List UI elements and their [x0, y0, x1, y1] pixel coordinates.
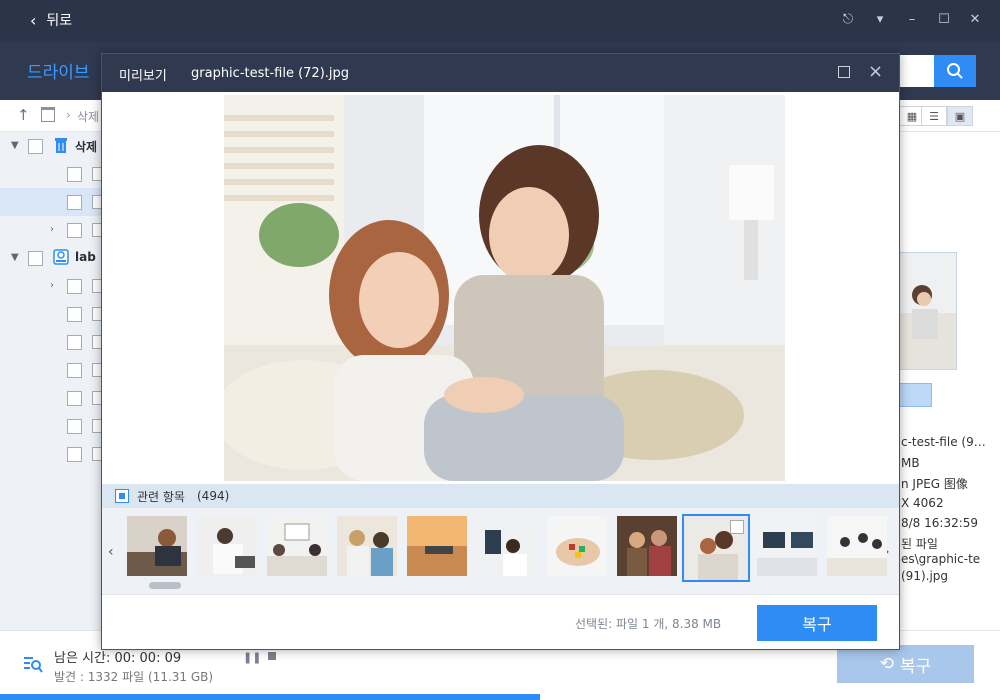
list-view-icon[interactable]: ☰ [921, 106, 947, 126]
checkbox[interactable] [67, 447, 82, 462]
thumbnail[interactable] [546, 515, 608, 577]
chevron-right-icon[interactable]: › [50, 280, 54, 291]
detail-size: MB [901, 456, 920, 470]
checkbox[interactable] [28, 251, 43, 266]
maximize-icon[interactable] [838, 66, 850, 78]
checkbox[interactable] [67, 279, 82, 294]
thumbnail[interactable] [266, 515, 328, 577]
selection-info: 선택된: 파일 1 개, 8.38 MB [575, 617, 722, 631]
title-bar: ‹ 뒤로 ⎋ ▾ – ☐ ✕ [0, 0, 1000, 42]
checkbox[interactable] [67, 391, 82, 406]
thumbnail[interactable] [826, 515, 888, 577]
thumbnail[interactable] [476, 515, 538, 577]
checkbox[interactable] [67, 307, 82, 322]
detail-path: es\graphic-te [901, 552, 981, 566]
detail-filename: c-test-file (9… [901, 435, 986, 449]
checkbox[interactable] [67, 419, 82, 434]
minimize-button[interactable]: – [904, 12, 920, 28]
menu-dropdown-icon[interactable]: ▾ [872, 12, 888, 28]
dialog-restore-button[interactable]: 복구 [757, 605, 877, 641]
detail-path-cont: (91).jpg [901, 569, 949, 583]
thumbnail-checkbox[interactable] [730, 520, 744, 534]
drive-icon [53, 249, 69, 265]
chevron-left-icon: ‹ [30, 10, 37, 30]
thumbnail[interactable] [336, 515, 398, 577]
found-count: 발견 : 1332 파일 (11.31 GB) [54, 670, 214, 684]
search-icon [947, 63, 963, 79]
related-items-label: 관련 항목 [137, 490, 185, 504]
scan-icon [24, 657, 43, 673]
checkbox[interactable] [67, 195, 82, 210]
restore-label: 복구 [899, 656, 932, 677]
history-icon: ⟲ [879, 654, 894, 674]
checkbox[interactable] [67, 335, 82, 350]
chevron-left-icon[interactable]: ‹ [108, 544, 114, 560]
exit-icon[interactable]: ⎋ [840, 12, 856, 28]
tree-node-label: 삭제 [75, 140, 98, 154]
related-items-checkbox[interactable] [115, 489, 129, 503]
preview-dialog: 미리보기 graphic-test-file (72).jpg × 관련 항목 … [101, 53, 900, 650]
stop-icon[interactable] [268, 652, 276, 660]
thumbnail[interactable] [406, 515, 468, 577]
preview-photo [224, 95, 785, 481]
expand-icon[interactable]: ▼ [11, 140, 19, 151]
dialog-header: 미리보기 graphic-test-file (72).jpg × [102, 54, 899, 92]
thumbnail-selected[interactable] [682, 514, 750, 582]
dialog-footer: 선택된: 파일 1 개, 8.38 MB 복구 [102, 594, 899, 649]
detail-type: n JPEG 图像 [901, 477, 968, 491]
restore-button[interactable]: ⟲ 복구 [837, 645, 974, 683]
tree-node-label: lab [75, 250, 96, 264]
related-items-count: (494) [197, 489, 230, 503]
search-input[interactable] [898, 55, 934, 87]
back-button[interactable]: ‹ 뒤로 [30, 10, 72, 30]
thumbnail[interactable] [126, 515, 188, 577]
dialog-title: 미리보기 [119, 69, 167, 84]
close-icon[interactable]: × [868, 61, 883, 82]
pause-icon[interactable]: ❚❚ [243, 651, 261, 664]
tab-drive[interactable]: 드라이브 [27, 58, 90, 83]
thumbnail[interactable] [196, 515, 258, 577]
dialog-filename: graphic-test-file (72).jpg [191, 66, 350, 81]
up-arrow-icon[interactable]: ↑ [17, 106, 30, 124]
close-button[interactable]: ✕ [967, 12, 983, 28]
maximize-button[interactable]: ☐ [936, 12, 952, 28]
checkbox[interactable] [67, 363, 82, 378]
thumbnail[interactable] [616, 515, 678, 577]
thumbnail-scrollbar[interactable] [149, 582, 181, 589]
search-button[interactable] [934, 55, 976, 87]
chevron-right-icon[interactable]: › [50, 224, 54, 235]
breadcrumb[interactable]: 삭제 [77, 108, 99, 125]
expand-icon[interactable]: ▼ [11, 252, 19, 263]
detail-state: 된 파일 [901, 537, 938, 551]
related-items-bar: 관련 항목 (494) [102, 484, 899, 508]
checkbox[interactable] [67, 223, 82, 238]
thumbnail[interactable] [756, 515, 818, 577]
detail-selected-tag [899, 383, 932, 407]
detail-date: 8/8 16:32:59 [901, 516, 979, 530]
image-preview [224, 95, 785, 481]
trash-icon [55, 138, 67, 153]
detail-dimensions: X 4062 [901, 496, 944, 510]
back-label: 뒤로 [46, 13, 73, 29]
checkbox[interactable] [28, 139, 43, 154]
preview-view-icon[interactable]: ▣ [947, 106, 973, 126]
chevron-right-icon: › [66, 108, 71, 122]
checkbox[interactable] [67, 167, 82, 182]
trash-icon[interactable] [41, 107, 55, 122]
scan-progress-bar [0, 694, 540, 700]
detail-thumbnail [899, 252, 957, 370]
thumbnail-strip: ‹ › [102, 508, 899, 594]
